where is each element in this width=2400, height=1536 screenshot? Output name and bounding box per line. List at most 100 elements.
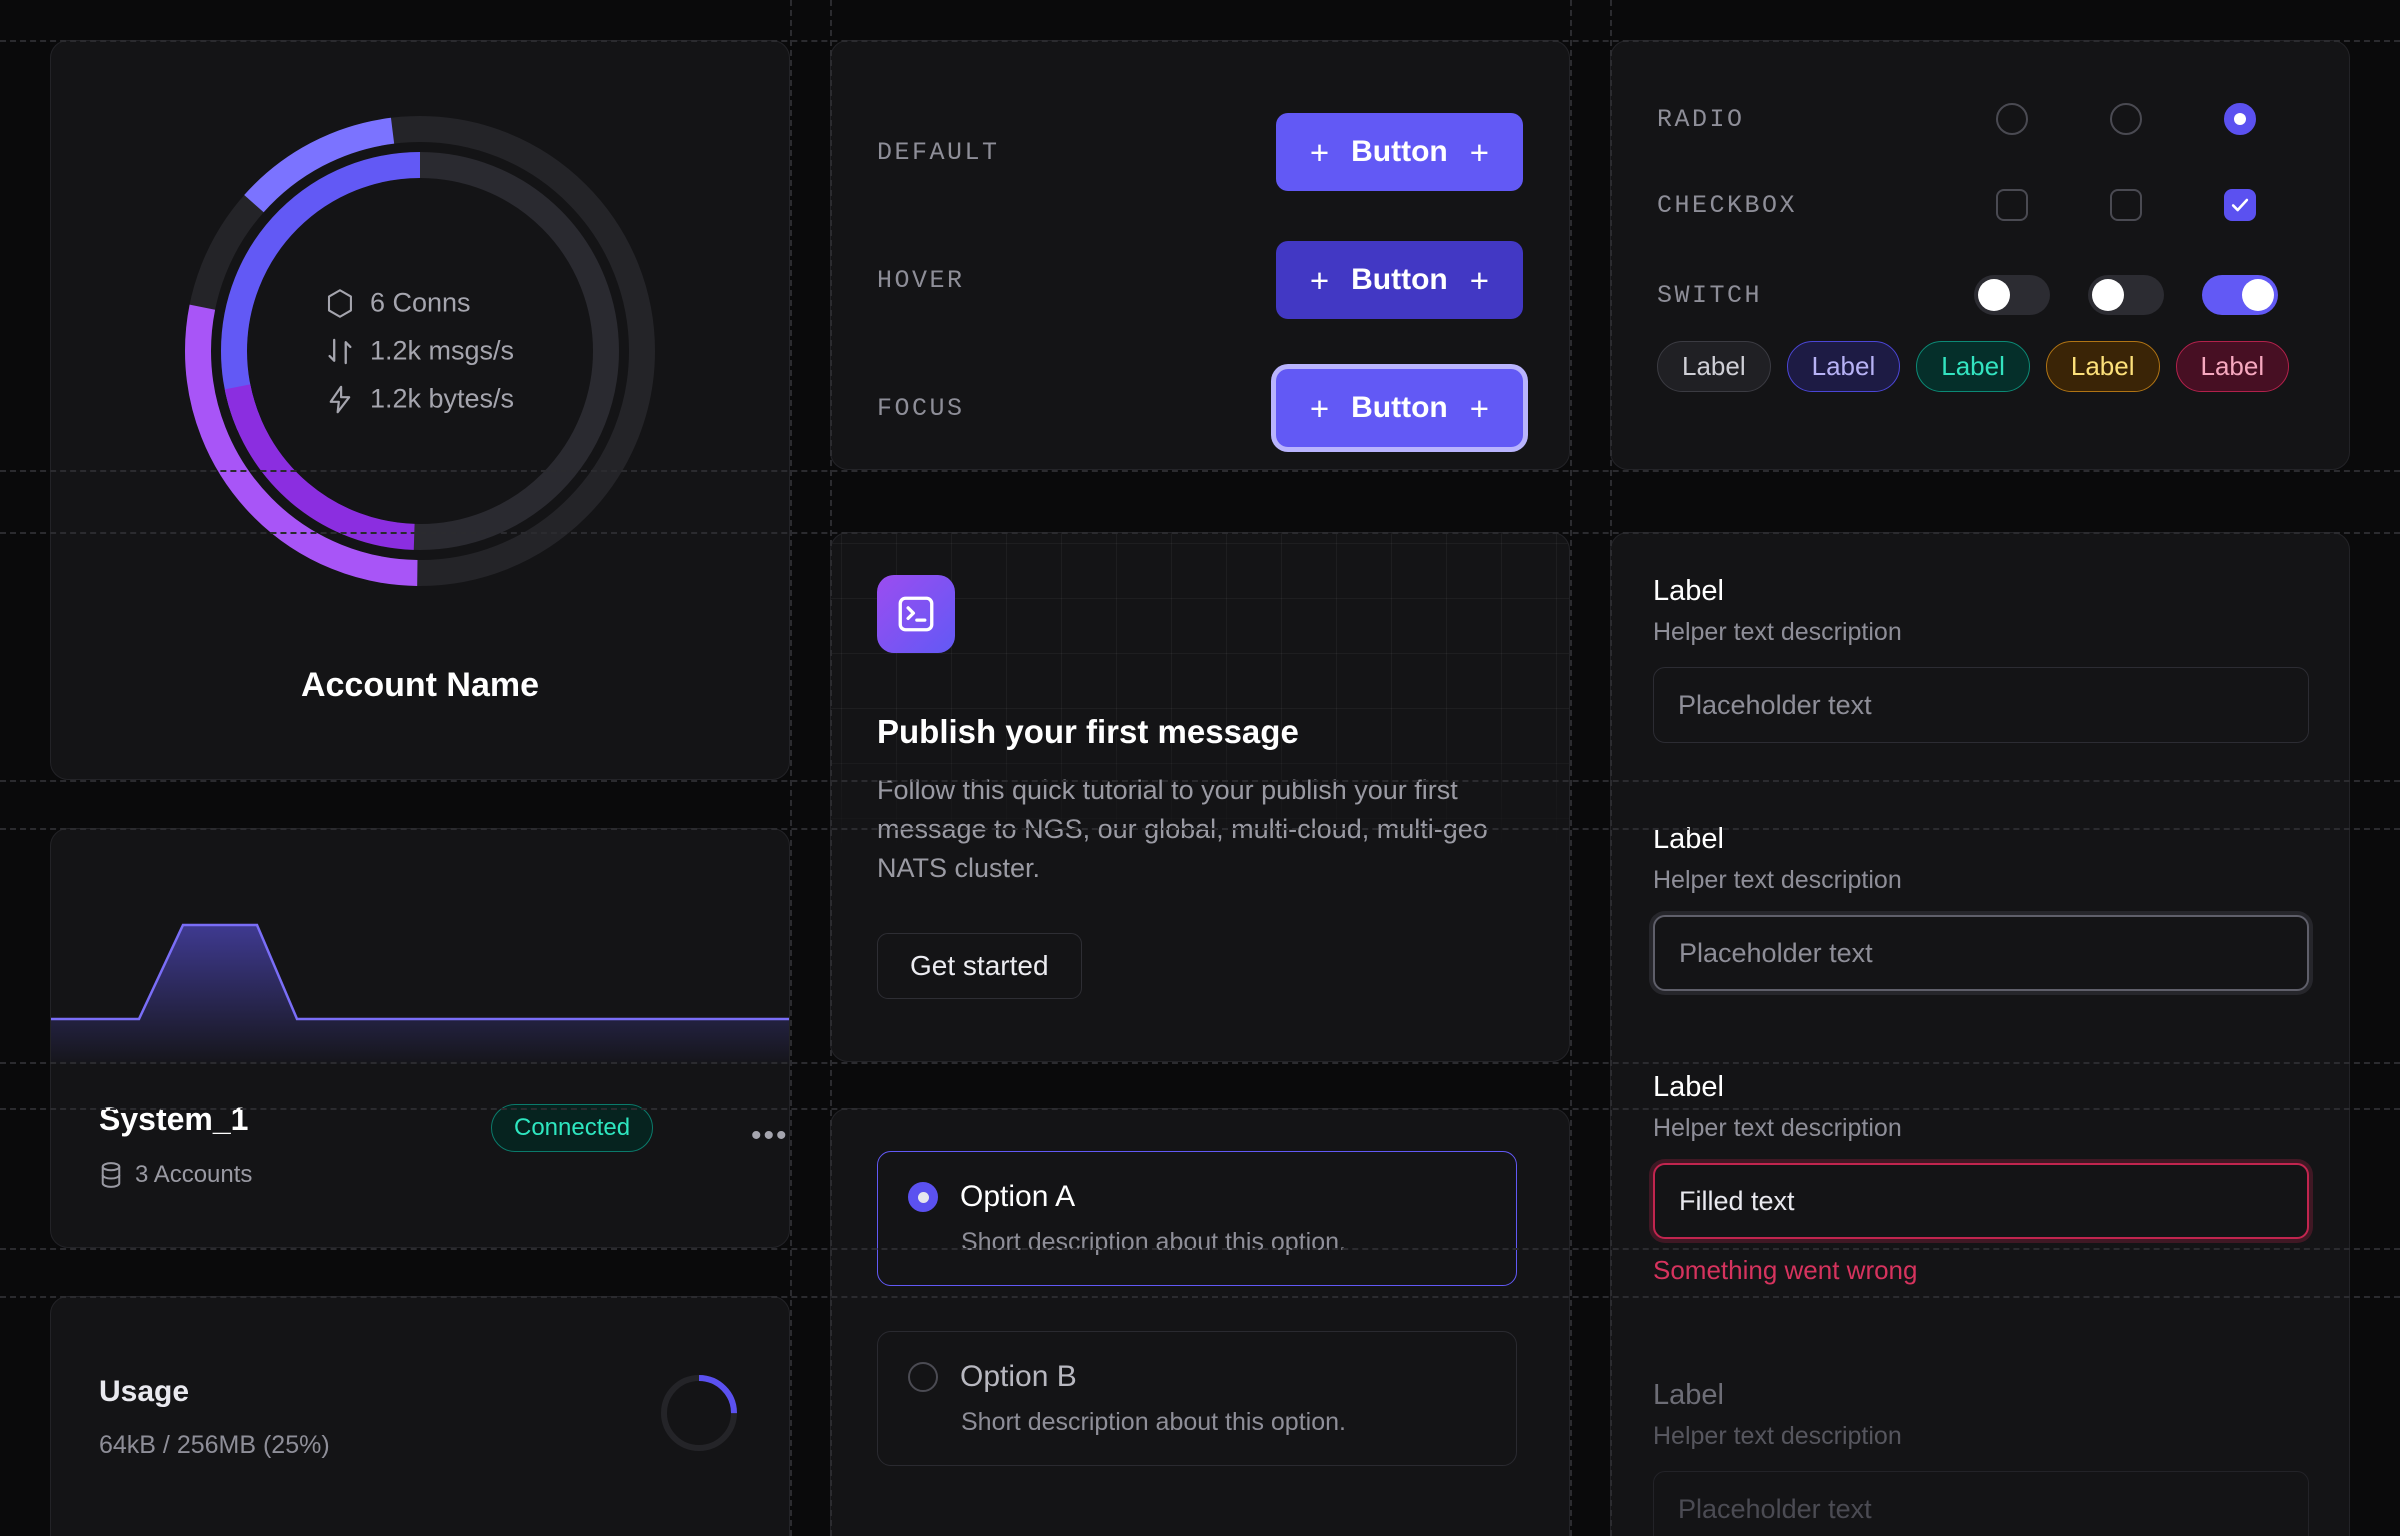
plus-icon-left: +	[1309, 389, 1330, 427]
tutorial-body: Follow this quick tutorial to your publi…	[877, 775, 1488, 883]
switch-slot-1	[1957, 275, 2067, 315]
field-focused-label: Label	[1653, 823, 1724, 855]
radio-icon-selected[interactable]	[908, 1182, 938, 1212]
radio-slot-2	[2071, 103, 2181, 135]
radio-row-label: RADIO	[1657, 104, 1745, 134]
field-disabled-label: Label	[1653, 1379, 1724, 1411]
usage-title: Usage	[99, 1375, 190, 1408]
switch-icon-off[interactable]	[2088, 275, 2164, 315]
field-default: Label Helper text description Placeholde…	[1653, 575, 2309, 743]
checkbox-row-slots	[1957, 189, 2303, 221]
usage-detail: 64kB / 256MB (25%)	[99, 1431, 330, 1459]
system-accounts: 3 Accounts	[99, 1161, 252, 1189]
field-disabled-helper: Helper text description	[1653, 1422, 1902, 1450]
radio-slot-3	[2185, 103, 2295, 135]
badge-amber[interactable]: Label	[2045, 341, 2160, 392]
field-default-helper: Helper text description	[1653, 618, 1902, 646]
field-error-input[interactable]: Filled text	[1653, 1163, 2309, 1239]
button-hover-label: Button	[1351, 263, 1448, 296]
radio-icon-on[interactable]	[2224, 103, 2256, 135]
donut-center-stats: 6 Conns 1.2k msgs/s 1.2k bytes/s	[326, 288, 514, 415]
account-summary-card: 6 Conns 1.2k msgs/s 1.2k bytes/s Account…	[50, 40, 790, 780]
switch-icon-off[interactable]	[1974, 275, 2050, 315]
radio-icon-off[interactable]	[2110, 103, 2142, 135]
option-card-b[interactable]: Option B Short description about this op…	[877, 1331, 1517, 1466]
radio-options-card: Option A Short description about this op…	[830, 1108, 1570, 1536]
stat-messages-value: 1.2k msgs/s	[369, 335, 515, 366]
checkbox-icon-on[interactable]	[2224, 189, 2256, 221]
tutorial-title: Publish your first message	[877, 713, 1299, 750]
badge-row: Label Label Label Label Label	[1657, 341, 2290, 392]
radio-row-slots	[1957, 103, 2303, 135]
field-focused-helper: Helper text description	[1653, 866, 1902, 894]
terminal-icon	[877, 575, 955, 653]
radio-icon-off[interactable]	[1996, 103, 2028, 135]
button-default[interactable]: + Button +	[1275, 113, 1523, 191]
transfer-icon	[328, 338, 352, 364]
field-error: Label Helper text description Filled tex…	[1653, 1071, 2309, 1286]
button-state-default-row: DEFAULT + Button +	[877, 113, 1523, 191]
plus-icon-right: +	[1469, 133, 1489, 171]
option-b-description: Short description about this option.	[961, 1408, 1346, 1436]
connections-donut-chart: 6 Conns 1.2k msgs/s 1.2k bytes/s	[170, 101, 670, 601]
field-default-label: Label	[1653, 575, 1724, 607]
usage-progress-ring	[659, 1373, 739, 1453]
bolt-icon	[329, 385, 351, 413]
switch-slot-2	[2071, 275, 2181, 315]
status-badge: Connected	[491, 1104, 654, 1152]
field-error-helper: Helper text description	[1653, 1114, 1902, 1142]
field-error-label: Label	[1653, 1071, 1724, 1103]
badge-crimson[interactable]: Label	[2175, 341, 2290, 392]
field-focused-input[interactable]: Placeholder text	[1653, 915, 2309, 991]
checkbox-icon-off[interactable]	[2110, 189, 2142, 221]
database-icon	[101, 1162, 121, 1188]
button-focus[interactable]: + Button +	[1275, 369, 1523, 447]
system-name: System_1	[99, 1101, 249, 1137]
get-started-button[interactable]: Get started	[877, 933, 1082, 999]
option-a-title: Option A	[960, 1180, 1076, 1213]
button-default-label: Button	[1351, 135, 1448, 168]
form-fields-card: Label Helper text description Placeholde…	[1610, 532, 2350, 1536]
state-label-focus: FOCUS	[877, 393, 965, 423]
badge-indigo[interactable]: Label	[1786, 341, 1901, 392]
radio-row: RADIO	[1657, 103, 2303, 135]
option-b-head: Option B	[908, 1360, 1486, 1394]
button-states-card: DEFAULT + Button + HOVER + Button + FOCU…	[830, 40, 1570, 470]
stat-connections-value: 6 Conns	[369, 287, 471, 318]
hexagon-icon	[327, 288, 352, 318]
form-controls-card: RADIO CHECKBOX SWITCH Label Label Label …	[1610, 40, 2350, 470]
field-default-input[interactable]: Placeholder text	[1653, 667, 2309, 743]
badge-gray[interactable]: Label	[1657, 341, 1771, 392]
system-card[interactable]: System_1 3 Accounts Connected •••	[50, 828, 790, 1248]
checkbox-slot-1	[1957, 189, 2067, 221]
option-b-title: Option B	[960, 1360, 1077, 1393]
plus-icon-left: +	[1309, 261, 1330, 299]
checkbox-icon-off[interactable]	[1996, 189, 2028, 221]
more-options-button[interactable]: •••	[751, 1119, 789, 1153]
checkbox-row-label: CHECKBOX	[1657, 190, 1798, 220]
option-a-head: Option A	[908, 1180, 1486, 1214]
stat-bytes-value: 1.2k bytes/s	[369, 383, 515, 414]
button-state-focus-row: FOCUS + Button +	[877, 369, 1523, 447]
plus-icon-left: +	[1309, 133, 1330, 171]
switch-icon-on[interactable]	[2202, 275, 2278, 315]
switch-row-slots	[1957, 275, 2303, 315]
option-card-a[interactable]: Option A Short description about this op…	[877, 1151, 1517, 1286]
plus-icon-right: +	[1469, 389, 1489, 427]
field-focused: Label Helper text description Placeholde…	[1653, 823, 2309, 991]
checkbox-slot-3	[2185, 189, 2295, 221]
option-a-description: Short description about this option.	[961, 1228, 1346, 1256]
stat-bytes: 1.2k bytes/s	[326, 384, 514, 415]
design-system-canvas: 6 Conns 1.2k msgs/s 1.2k bytes/s Account…	[0, 0, 2400, 1536]
field-disabled: Label Helper text description Placeholde…	[1653, 1379, 2309, 1536]
switch-slot-3	[2185, 275, 2295, 315]
account-name: Account Name	[300, 666, 540, 704]
badge-teal[interactable]: Label	[1916, 341, 2030, 392]
stat-messages: 1.2k msgs/s	[326, 336, 514, 367]
button-state-hover-row: HOVER + Button +	[877, 241, 1523, 319]
button-hover[interactable]: + Button +	[1275, 241, 1523, 319]
guide-vertical	[790, 0, 792, 1536]
radio-icon-unselected[interactable]	[908, 1362, 938, 1392]
usage-card: Usage 64kB / 256MB (25%)	[50, 1296, 790, 1536]
switch-row-label: SWITCH	[1657, 280, 1763, 310]
